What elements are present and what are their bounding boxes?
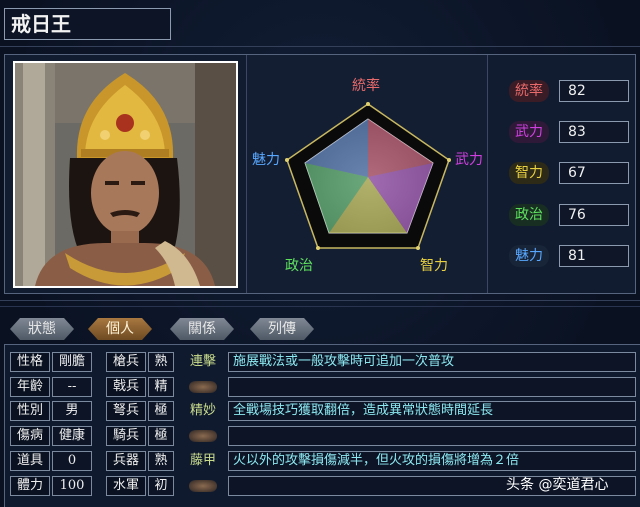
tab-biography[interactable]: 列傳 xyxy=(250,318,314,340)
stat-row-wuli: 武力 83 xyxy=(509,121,634,143)
radar-label-wuli: 武力 xyxy=(455,152,483,168)
personal-value: 剛膽 xyxy=(52,352,92,372)
troop-value: 熟 xyxy=(148,451,174,471)
personal-value: 100 xyxy=(52,476,92,496)
troop-label: 槍兵 xyxy=(106,352,146,372)
character-portrait xyxy=(13,61,238,288)
character-panel: 統率 武力 智力 政治 魅力 統率 82 武力 83 智力 67 政治 76 魅… xyxy=(4,54,636,294)
troop-value: 精 xyxy=(148,377,174,397)
divider xyxy=(0,306,640,307)
skill-description xyxy=(228,377,636,397)
empty-skill-slot xyxy=(189,430,217,442)
personal-value: 0 xyxy=(52,451,92,471)
skill-description: 施展戰法或一般攻擊時可追加一次普攻 xyxy=(228,352,636,372)
radar-label-meili: 魅力 xyxy=(252,152,280,168)
attribute-radar-chart: 統率 武力 智力 政治 魅力 xyxy=(246,55,488,293)
stat-label: 武力 xyxy=(509,121,549,143)
troop-label: 水軍 xyxy=(106,476,146,496)
stat-label: 政治 xyxy=(509,204,549,226)
stat-row-tongshuai: 統率 82 xyxy=(509,80,634,102)
stat-value: 81 xyxy=(559,245,629,267)
troop-label: 弩兵 xyxy=(106,401,146,421)
stat-value: 67 xyxy=(559,162,629,184)
stat-value: 76 xyxy=(559,204,629,226)
personal-label: 年齡 xyxy=(10,377,50,397)
empty-skill-slot xyxy=(189,480,217,492)
stat-value: 82 xyxy=(559,80,629,102)
watermark: 头条 @奕道君心 xyxy=(506,477,609,493)
personal-value: 男 xyxy=(52,401,92,421)
character-name: 戒日王 xyxy=(4,8,171,40)
radar-label-zhengzhi: 政治 xyxy=(285,258,313,274)
stat-value: 83 xyxy=(559,121,629,143)
troop-label: 兵器 xyxy=(106,451,146,471)
skill-description: 全戰場技巧獲取翻倍，造成異常狀態時間延長 xyxy=(228,401,636,421)
radar-label-tongshuai: 統率 xyxy=(352,78,380,94)
tab-personal[interactable]: 個人 xyxy=(88,318,152,340)
game-screen: 戒日王 統率 武力 智力 政治 魅力 統率 82 武力 83 智力 67 政治 … xyxy=(0,0,640,507)
stat-row-zhengzhi: 政治 76 xyxy=(509,204,634,226)
troop-value: 初 xyxy=(148,476,174,496)
personal-value: 健康 xyxy=(52,426,92,446)
troop-label: 戟兵 xyxy=(106,377,146,397)
tab-relations[interactable]: 關係 xyxy=(170,318,234,340)
troop-value: 極 xyxy=(148,401,174,421)
personal-label: 道具 xyxy=(10,451,50,471)
personal-label: 性別 xyxy=(10,401,50,421)
personal-label: 傷病 xyxy=(10,426,50,446)
stat-label: 智力 xyxy=(509,162,549,184)
divider xyxy=(0,46,640,47)
skill-description xyxy=(228,426,636,446)
stat-row-zhili: 智力 67 xyxy=(509,162,634,184)
troop-value: 熟 xyxy=(148,352,174,372)
attribute-stats: 統率 82 武力 83 智力 67 政治 76 魅力 81 xyxy=(499,55,637,293)
skill-name[interactable]: 連擊 xyxy=(184,352,222,372)
troop-value: 極 xyxy=(148,426,174,446)
stat-label: 魅力 xyxy=(509,245,549,267)
tab-status[interactable]: 狀態 xyxy=(10,318,74,340)
personal-label: 性格 xyxy=(10,352,50,372)
skill-name[interactable]: 精妙 xyxy=(184,401,222,421)
stat-label: 統率 xyxy=(509,80,549,102)
skill-name[interactable]: 藤甲 xyxy=(184,451,222,471)
stat-row-meili: 魅力 81 xyxy=(509,245,634,267)
divider xyxy=(0,300,640,301)
personal-value: -- xyxy=(52,377,92,397)
skill-description: 火以外的攻擊損傷減半，但火攻的損傷將增為２倍 xyxy=(228,451,636,471)
radar-label-zhili: 智力 xyxy=(420,258,448,274)
empty-skill-slot xyxy=(189,381,217,393)
portrait-image xyxy=(15,63,236,286)
personal-label: 體力 xyxy=(10,476,50,496)
troop-label: 騎兵 xyxy=(106,426,146,446)
